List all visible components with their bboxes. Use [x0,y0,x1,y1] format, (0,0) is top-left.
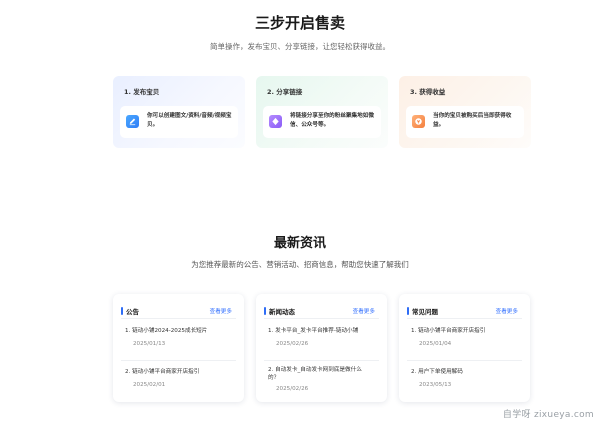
step-description-box: 当你的宝贝被购买后当即获得收益。 [406,106,524,138]
news-section-subtitle: 为您推荐最新的公告、营销活动、招商信息，帮助您快速了解我们 [191,260,409,269]
step-description: 你可以创建图文/资料/音频/视频宝贝。 [147,113,232,128]
list-item-title[interactable]: 1. 链动小铺2024-2025成长短片 [125,327,236,335]
item-divider [121,360,236,361]
step-description: 当你的宝贝被购买后当即获得收益。 [433,113,512,128]
card-accent-bar [121,307,123,315]
list-item-date: 2025/02/01 [133,382,166,388]
view-more-link[interactable]: 查看更多 [210,307,232,315]
card-divider [264,318,379,319]
card-divider [121,318,236,319]
steps-section-subtitle: 简单操作，发布宝贝、分享链接，让您轻松获得收益。 [210,42,390,51]
list-item[interactable]: 2. 自动发卡_自动发卡网到底是做什么的？ 2025/02/26 [268,366,379,392]
step-card-share: 2. 分享链接 将链接分享至你的粉丝聚集地如微信、公众号等。 [256,76,388,148]
site-watermark: 自学呀 zixueya.com [502,410,594,420]
step-card-publish: 1. 发布宝贝 你可以创建图文/资料/音频/视频宝贝。 [113,76,245,148]
list-item-date: 2025/02/26 [276,341,309,347]
step-description-box: 你可以创建图文/资料/音频/视频宝贝。 [120,106,238,138]
step-description: 将链接分享至你的粉丝聚集地如微信、公众号等。 [290,113,374,128]
list-item-date: 2023/05/13 [419,382,452,388]
faq-card: 常见问题 查看更多 1. 链动小铺平台商家开店指引 2025/01/04 2. … [399,294,530,402]
list-item[interactable]: 1. 链动小铺2024-2025成长短片 2025/01/13 [125,327,236,347]
list-item-date: 2025/01/13 [133,341,166,347]
share-icon [269,115,282,128]
list-item-date: 2025/01/04 [419,341,452,347]
news-section-title: 最新资讯 [273,236,326,251]
card-header: 常见问题 查看更多 [407,306,522,316]
list-item[interactable]: 2. 用户下单使用解码 2023/05/13 [411,368,522,388]
steps-section-title: 三步开启售卖 [254,14,345,32]
step-title: 2. 分享链接 [267,88,303,96]
list-item-title[interactable]: 1. 链动小铺平台商家开店指引 [411,327,522,335]
list-item-title[interactable]: 2. 链动小铺平台商家开店指引 [125,368,236,376]
card-accent-bar [264,307,266,315]
card-title: 新闻动态 [269,308,295,316]
card-divider [407,318,522,319]
card-accent-bar [407,307,409,315]
money-icon [412,115,425,128]
list-item-title[interactable]: 2. 自动发卡_自动发卡网到底是做什么的？ [268,366,379,382]
view-more-link[interactable]: 查看更多 [496,307,518,315]
list-item-title[interactable]: 1. 发卡平台_发卡平台推荐-链动小铺 [268,327,379,335]
edit-icon [126,115,139,128]
step-title: 1. 发布宝贝 [124,88,160,96]
step-description-box: 将链接分享至你的粉丝聚集地如微信、公众号等。 [263,106,381,138]
item-divider [264,360,379,361]
card-title: 公告 [126,308,139,316]
announcement-card: 公告 查看更多 1. 链动小铺2024-2025成长短片 2025/01/13 … [113,294,244,402]
news-card: 新闻动态 查看更多 1. 发卡平台_发卡平台推荐-链动小铺 2025/02/26… [256,294,387,402]
card-header: 新闻动态 查看更多 [264,306,379,316]
card-header: 公告 查看更多 [121,306,236,316]
list-item-date: 2025/02/26 [276,386,309,392]
step-card-earn: 3. 获得收益 当你的宝贝被购买后当即获得收益。 [399,76,531,148]
card-title: 常见问题 [412,308,438,316]
step-title: 3. 获得收益 [410,88,446,96]
list-item[interactable]: 1. 发卡平台_发卡平台推荐-链动小铺 2025/02/26 [268,327,379,347]
view-more-link[interactable]: 查看更多 [353,307,375,315]
list-item[interactable]: 1. 链动小铺平台商家开店指引 2025/01/04 [411,327,522,347]
item-divider [407,360,522,361]
list-item-title[interactable]: 2. 用户下单使用解码 [411,368,522,376]
list-item[interactable]: 2. 链动小铺平台商家开店指引 2025/02/01 [125,368,236,388]
